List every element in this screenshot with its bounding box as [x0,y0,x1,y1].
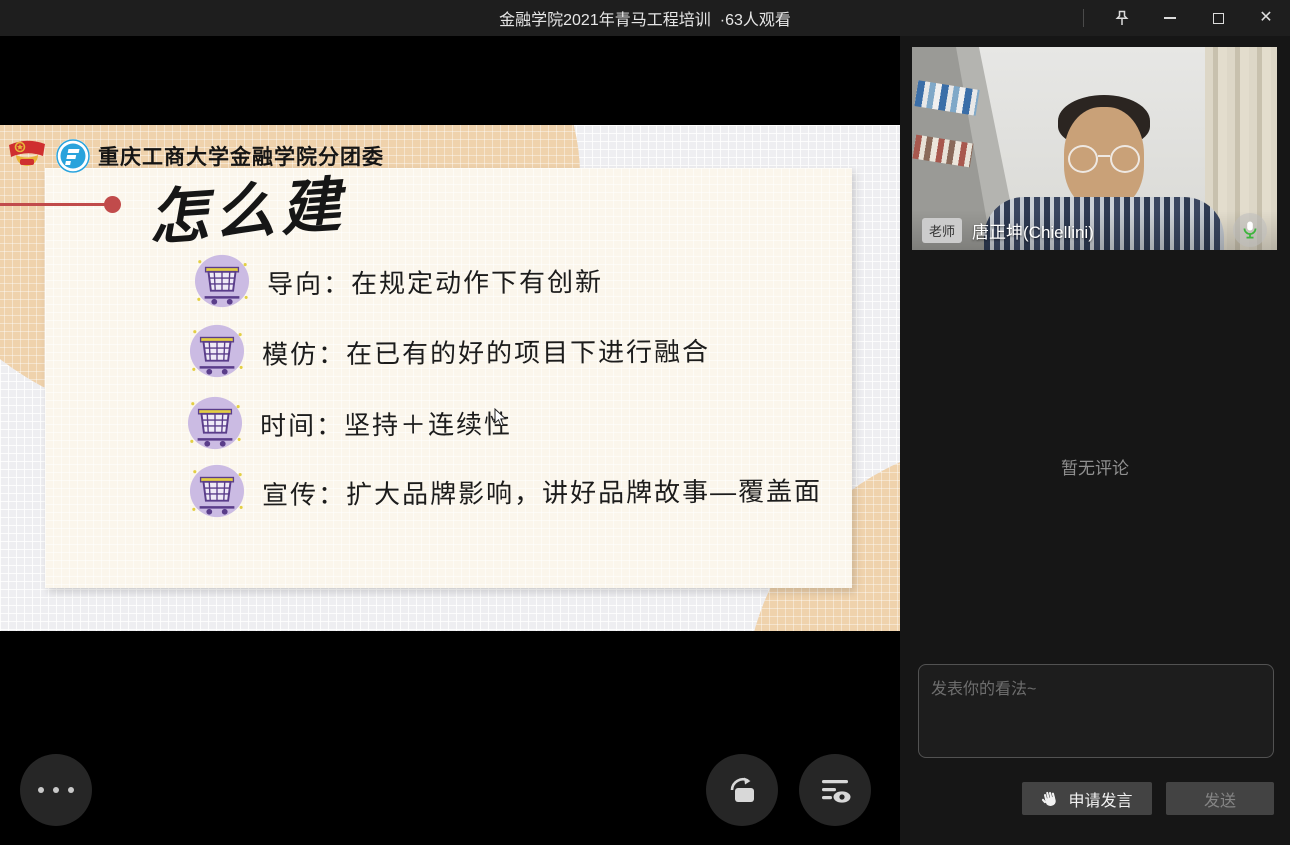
bullet-item: 宣传：扩大品牌影响，讲好品牌故事—覆盖面 [188,463,822,519]
shopping-cart-icon [188,323,246,379]
live-class-window: 金融学院2021年青马工程培训 ·63人观看 ✕ [0,0,1290,845]
shopping-cart-icon [188,463,246,519]
rotate-screen-button[interactable] [706,754,778,826]
bullet-text: 导向：在规定动作下有创新 [267,261,603,300]
bullet-item: 时间：坚持＋连续性 [186,395,512,451]
bullet-item: 模仿：在已有的好的项目下进行融合 [188,323,710,379]
webcam-video[interactable]: 老师 唐正坤(Chiellini) [912,47,1277,250]
send-label: 发送 [1204,787,1236,811]
sidebar-actions: 申请发言 发送 [1022,782,1274,815]
role-badge: 老师 [922,218,962,243]
close-icon: ✕ [1259,10,1272,26]
league-emblem-logo [6,135,48,177]
slide: 重庆工商大学金融学院分团委 怎么建 [0,125,900,631]
bullet-item: 导向：在规定动作下有创新 [193,253,603,309]
microphone-status[interactable] [1233,213,1267,247]
titlebar: 金融学院2021年青马工程培训 ·63人观看 ✕ [0,0,1290,36]
maximize-button[interactable] [1194,0,1242,36]
send-button[interactable]: 发送 [1166,782,1274,815]
bullet-text: 宣传：扩大品牌影响，讲好品牌故事—覆盖面 [262,471,822,512]
comment-input[interactable] [918,664,1274,758]
bullet-text: 时间：坚持＋连续性 [260,404,512,443]
presentation-stage: 重庆工商大学金融学院分团委 怎么建 [0,36,900,845]
session-title: 金融学院2021年青马工程培训 [499,6,711,30]
window-title: 金融学院2021年青马工程培训 ·63人观看 [499,6,791,30]
more-options-button[interactable] [20,754,92,826]
slide-title: 怎么建 [145,156,349,257]
raised-hand-icon [1041,789,1060,808]
mouse-cursor [494,408,508,428]
shopping-cart-icon [186,395,244,451]
comment-visibility-icon [817,772,853,808]
bullet-text: 模仿：在已有的好的项目下进行融合 [262,331,710,371]
empty-comments-message: 暂无评论 [900,454,1290,479]
speaker-name: 唐正坤(Chiellini) [972,218,1094,243]
window-controls: ✕ [1083,0,1290,36]
title-accent-line [0,203,106,206]
pin-icon [1112,8,1132,28]
microphone-icon [1241,220,1259,240]
shopping-cart-icon [193,253,251,309]
college-logo [55,138,91,174]
pin-button[interactable] [1098,0,1146,36]
controls-divider [1083,9,1084,27]
maximize-icon [1213,13,1224,24]
minimize-icon [1164,17,1176,19]
webcam-overlay: 老师 唐正坤(Chiellini) [912,210,1277,250]
rotate-screen-icon [723,771,761,809]
raise-hand-button[interactable]: 申请发言 [1022,782,1152,815]
raise-hand-label: 申请发言 [1068,787,1132,811]
close-button[interactable]: ✕ [1242,0,1290,36]
interaction-sidebar: 老师 唐正坤(Chiellini) 暂无评论 [900,36,1290,845]
minimize-button[interactable] [1146,0,1194,36]
more-options-icon [38,787,74,793]
comment-visibility-button[interactable] [799,754,871,826]
speaker-glasses [1066,145,1142,175]
title-accent-dot [104,196,121,213]
viewer-count: ·63人观看 [720,6,791,30]
